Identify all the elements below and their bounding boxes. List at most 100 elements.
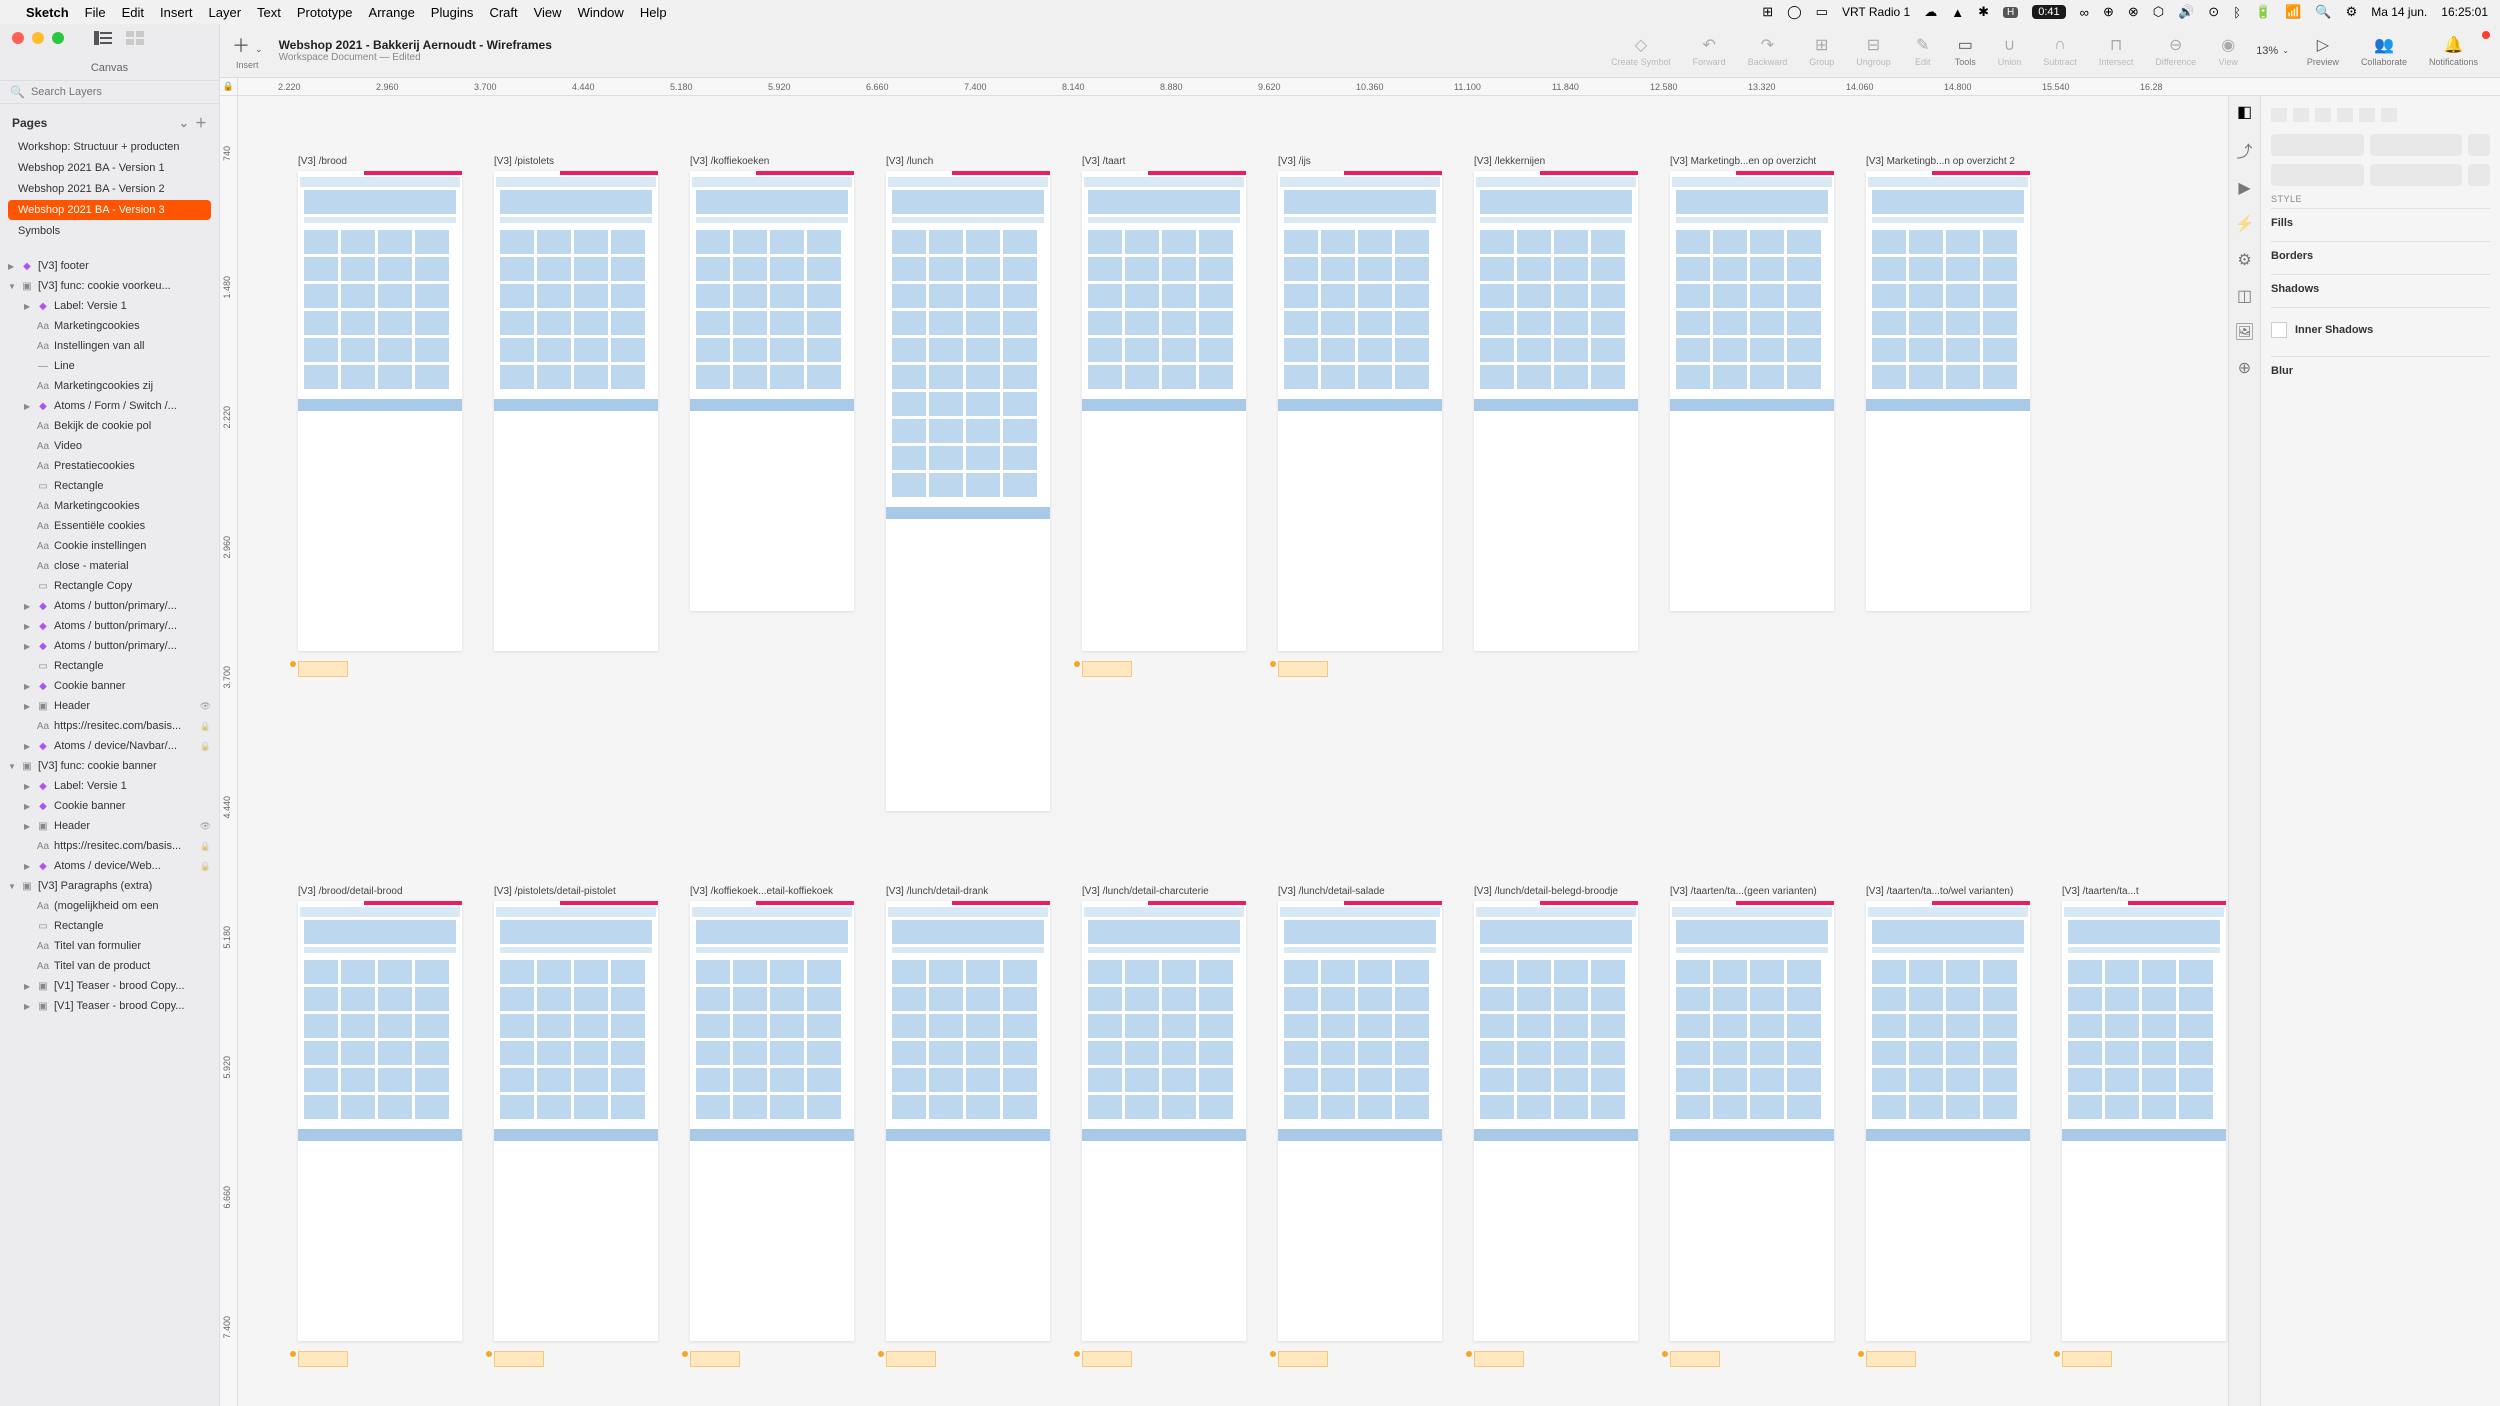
layer-row[interactable]: AaVideo xyxy=(0,436,219,456)
add-tab-icon[interactable]: ⊕ xyxy=(2238,358,2251,378)
artboard-title[interactable]: [V3] /lunch/detail-salade xyxy=(1278,886,1442,897)
artboard[interactable]: [V3] /brood/detail-brood xyxy=(298,886,462,1367)
hidden-icon[interactable]: 👁 xyxy=(200,701,211,712)
layer-row[interactable]: AaMarketingcookies xyxy=(0,316,219,336)
layer-row[interactable]: ▶◆[V3] footer xyxy=(0,256,219,276)
layer-row[interactable]: ▶◆Label: Versie 1 xyxy=(0,296,219,316)
layer-row[interactable]: AaPrestatiecookies xyxy=(0,456,219,476)
lock-icon[interactable]: 🔒 xyxy=(200,741,211,752)
insert-button[interactable]: ＋ ⌄ Insert xyxy=(232,32,263,70)
artboard-content[interactable] xyxy=(298,171,462,651)
menu-arrange[interactable]: Arrange xyxy=(369,5,415,20)
menu-plugins[interactable]: Plugins xyxy=(431,5,474,20)
inspector-tab-icon[interactable]: ◧ xyxy=(2237,102,2252,122)
layer-row[interactable]: ▼▣[V3] func: cookie voorkeu... xyxy=(0,276,219,296)
align-left-icon[interactable] xyxy=(2271,108,2287,122)
canvas[interactable]: [V3] /brood[V3] /pistolets[V3] /koffieko… xyxy=(238,96,2228,1406)
layer-row[interactable]: ▭Rectangle xyxy=(0,916,219,936)
field-w[interactable] xyxy=(2271,164,2364,186)
toolbar-intersect-button[interactable]: ⊓Intersect xyxy=(2089,33,2144,69)
page-item[interactable]: Webshop 2021 BA - Version 3 xyxy=(8,200,211,220)
artboard-title[interactable]: [V3] /brood xyxy=(298,156,462,167)
artboard-title[interactable]: [V3] /taarten/ta...(geen varianten) xyxy=(1670,886,1834,897)
inspector-section-borders[interactable]: Borders xyxy=(2271,241,2490,270)
inspector-section-fills[interactable]: Fills xyxy=(2271,208,2490,237)
field-link[interactable] xyxy=(2468,134,2490,156)
layer-row[interactable]: ▶◆Atoms / button/primary/... xyxy=(0,616,219,636)
layer-row[interactable]: ▭Rectangle Copy xyxy=(0,576,219,596)
field-h[interactable] xyxy=(2370,164,2463,186)
toolbar-tools-button[interactable]: ▭Tools xyxy=(1945,33,1986,69)
toolbar-preview-button[interactable]: ▷Preview xyxy=(2297,33,2349,69)
status-icon-vol[interactable]: 🔊 xyxy=(2178,4,2194,20)
artboard-title[interactable]: [V3] /lunch/detail-belegd-broodje xyxy=(1474,886,1638,897)
toolbar-backward-button[interactable]: ↷Backward xyxy=(1738,33,1798,69)
lock-icon[interactable]: 🔒 xyxy=(200,861,211,872)
artboard-title[interactable]: [V3] /taarten/ta...to/wel varianten) xyxy=(1866,886,2030,897)
artboard[interactable]: [V3] Marketingb...n op overzicht 2 xyxy=(1866,156,2030,811)
artboard-content[interactable] xyxy=(1670,901,1834,1341)
status-icon-link[interactable]: ∞ xyxy=(2080,5,2089,20)
disclosure-icon[interactable]: ▶ xyxy=(24,862,32,871)
layer-row[interactable]: ▶▣[V1] Teaser - brood Copy... xyxy=(0,976,219,996)
menu-help[interactable]: Help xyxy=(640,5,667,20)
toolbar-subtract-button[interactable]: ∩Subtract xyxy=(2033,33,2087,69)
swatch-icon[interactable] xyxy=(2271,322,2287,338)
layers-view-icon[interactable] xyxy=(94,31,112,45)
minimize-window-button[interactable] xyxy=(32,32,44,44)
pages-collapse-icon[interactable]: ⌄ xyxy=(179,116,189,130)
vertical-ruler[interactable]: 7401.4802.2202.9603.7004.4405.1805.9206.… xyxy=(220,96,238,1406)
control-center-icon[interactable]: ⚙ xyxy=(2346,4,2358,20)
artboard[interactable]: [V3] Marketingb...en op overzicht xyxy=(1670,156,1834,811)
layer-row[interactable]: ▭Rectangle xyxy=(0,656,219,676)
time-badge[interactable]: 0:41 xyxy=(2032,5,2065,19)
layer-row[interactable]: AaMarketingcookies xyxy=(0,496,219,516)
layer-row[interactable]: ▭Rectangle xyxy=(0,476,219,496)
artboard[interactable]: [V3] /koffiekoek...etail-koffiekoek xyxy=(690,886,854,1367)
layer-row[interactable]: ▶◆Cookie banner xyxy=(0,796,219,816)
layer-row[interactable]: ▶◆Atoms / device/Navbar/...🔒 xyxy=(0,736,219,756)
disclosure-icon[interactable]: ▶ xyxy=(8,262,16,271)
artboard[interactable]: [V3] /lunch/detail-belegd-broodje xyxy=(1474,886,1638,1367)
status-icon-h[interactable]: H xyxy=(2003,7,2018,18)
page-item[interactable]: Webshop 2021 BA - Version 2 xyxy=(8,179,211,199)
artboard-content[interactable] xyxy=(690,901,854,1341)
toolbar-union-button[interactable]: ∪Union xyxy=(1988,33,2032,69)
disclosure-icon[interactable]: ▶ xyxy=(24,802,32,811)
artboard-title[interactable]: [V3] /koffiekoeken xyxy=(690,156,854,167)
toolbar-create-symbol-button[interactable]: ◇Create Symbol xyxy=(1601,33,1681,69)
artboard[interactable]: [V3] /lunch xyxy=(886,156,1050,811)
close-window-button[interactable] xyxy=(12,32,24,44)
page-item[interactable]: Workshop: Structuur + producten xyxy=(8,137,211,157)
artboard[interactable]: [V3] /lekkernijen xyxy=(1474,156,1638,811)
artboard-content[interactable] xyxy=(1278,901,1442,1341)
artboard[interactable]: [V3] /brood xyxy=(298,156,462,811)
status-icon-drop[interactable]: ⬡ xyxy=(2153,4,2164,20)
flash-tab-icon[interactable]: ⚡ xyxy=(2235,214,2255,234)
artboard[interactable]: [V3] /lunch/detail-drank xyxy=(886,886,1050,1367)
status-icon-toggle[interactable]: ⊙ xyxy=(2208,4,2219,20)
app-menu[interactable]: Sketch xyxy=(26,5,69,20)
image-tab-icon[interactable]: 🖼 xyxy=(2234,322,2254,342)
zoom-control[interactable]: 13% ⌄ xyxy=(2248,45,2297,57)
menu-file[interactable]: File xyxy=(85,5,106,20)
artboard-title[interactable]: [V3] /koffiekoek...etail-koffiekoek xyxy=(690,886,854,897)
toolbar-forward-button[interactable]: ↶Forward xyxy=(1683,33,1736,69)
artboard-title[interactable]: [V3] /taart xyxy=(1082,156,1246,167)
artboard-content[interactable] xyxy=(1278,171,1442,651)
layer-row[interactable]: ▶◆Label: Versie 1 xyxy=(0,776,219,796)
artboard-content[interactable] xyxy=(1474,901,1638,1341)
spotlight-icon[interactable]: 🔍 xyxy=(2315,4,2331,20)
layer-row[interactable]: Aahttps://resitec.com/basis...🔒 xyxy=(0,836,219,856)
lock-icon[interactable]: 🔒 xyxy=(200,721,211,732)
artboard-title[interactable]: [V3] /lunch xyxy=(886,156,1050,167)
layer-row[interactable]: AaTitel van de product xyxy=(0,956,219,976)
artboard-title[interactable]: [V3] Marketingb...en op overzicht xyxy=(1670,156,1834,167)
disclosure-icon[interactable]: ▶ xyxy=(24,682,32,691)
artboard-title[interactable]: [V3] Marketingb...n op overzicht 2 xyxy=(1866,156,2030,167)
disclosure-icon[interactable]: ▶ xyxy=(24,602,32,611)
page-item[interactable]: Webshop 2021 BA - Version 1 xyxy=(8,158,211,178)
toolbar-ungroup-button[interactable]: ⊟Ungroup xyxy=(1846,33,1901,69)
layer-row[interactable]: AaEssentiële cookies xyxy=(0,516,219,536)
layer-row[interactable]: Aaclose - material xyxy=(0,556,219,576)
